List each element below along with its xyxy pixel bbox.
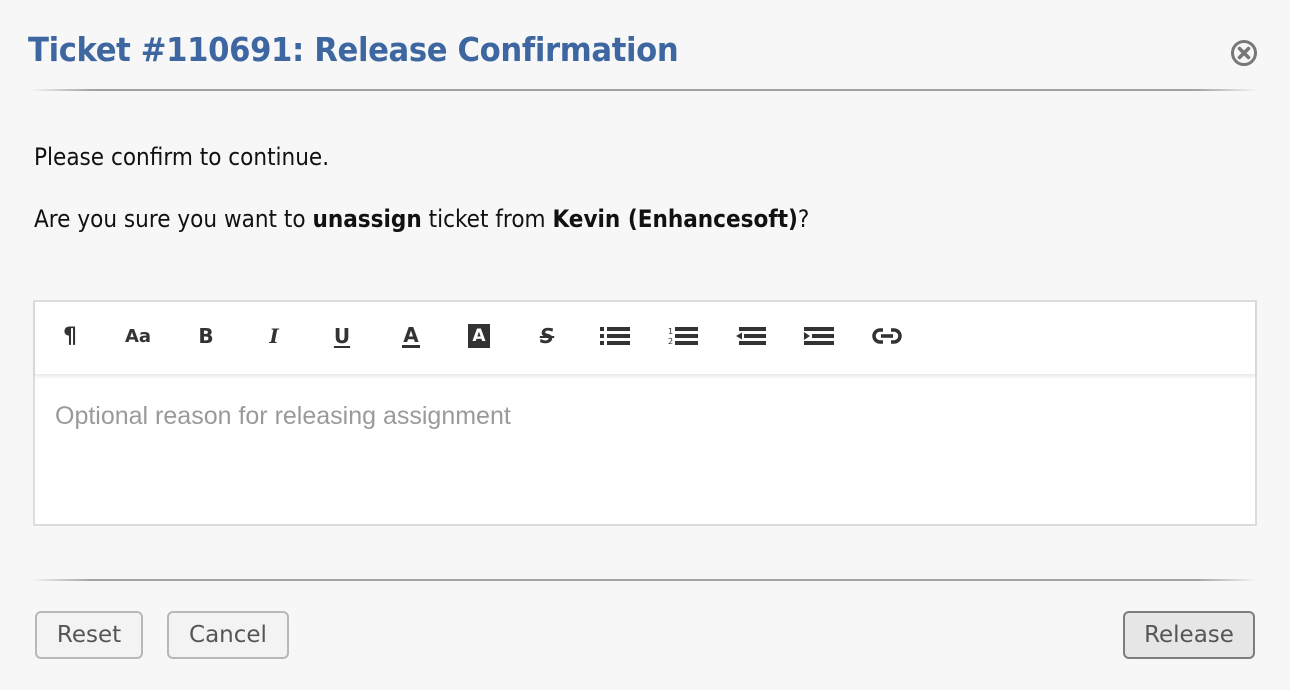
release-confirmation-dialog: Ticket #110691: Release Confirmation Ple… <box>0 0 1290 690</box>
font-color-icon: A <box>402 322 420 348</box>
unassign-question: Are you sure you want to unassign ticket… <box>34 205 809 233</box>
close-button[interactable] <box>1230 39 1258 67</box>
question-middle: ticket from <box>421 205 553 233</box>
indent-icon <box>804 327 834 345</box>
paragraph-format-button[interactable]: ¶ <box>52 320 88 352</box>
header-divider <box>30 89 1258 91</box>
numbered-list-icon: 1 2 <box>668 327 698 346</box>
svg-text:1: 1 <box>668 327 673 336</box>
question-assignee: Kevin (Enhancesoft) <box>552 205 798 233</box>
question-action: unassign <box>312 205 422 233</box>
underline-icon: U <box>333 324 351 348</box>
underline-button[interactable]: U <box>324 320 360 352</box>
confirm-prompt: Please confirm to continue. <box>34 143 330 171</box>
close-circle-icon <box>1231 40 1257 66</box>
highlight-color-icon: A <box>468 324 490 348</box>
reason-input[interactable]: Optional reason for releasing assignment <box>55 402 511 431</box>
question-prefix: Are you sure you want to <box>34 205 313 233</box>
font-color-button[interactable]: A <box>393 320 429 352</box>
bold-icon: B <box>198 324 214 348</box>
cancel-button[interactable]: Cancel <box>167 611 289 659</box>
editor-toolbar: ¶ Aa B I U A A S 1 2 <box>35 302 1255 375</box>
link-icon <box>872 328 902 344</box>
strikethrough-icon: S <box>539 324 555 348</box>
footer-divider <box>30 579 1258 581</box>
italic-icon: I <box>269 324 279 348</box>
ordered-list-button[interactable]: 1 2 <box>665 320 701 352</box>
bullet-list-icon <box>600 327 630 345</box>
pilcrow-icon: ¶ <box>63 323 77 349</box>
unordered-list-button[interactable] <box>597 320 633 352</box>
outdent-button[interactable] <box>733 320 769 352</box>
release-button[interactable]: Release <box>1123 611 1255 659</box>
reset-button[interactable]: Reset <box>35 611 143 659</box>
bold-button[interactable]: B <box>188 320 224 352</box>
strikethrough-button[interactable]: S <box>529 320 565 352</box>
dialog-title: Ticket #110691: Release Confirmation <box>28 30 679 69</box>
question-suffix: ? <box>797 205 810 233</box>
font-size-button[interactable]: Aa <box>120 320 156 352</box>
font-size-icon: Aa <box>124 325 152 347</box>
insert-link-button[interactable] <box>869 320 905 352</box>
outdent-icon <box>736 327 766 345</box>
background-color-button[interactable]: A <box>461 320 497 352</box>
italic-button[interactable]: I <box>256 320 292 352</box>
svg-text:2: 2 <box>668 337 673 346</box>
indent-button[interactable] <box>801 320 837 352</box>
rich-text-editor: ¶ Aa B I U A A S 1 2 Optional reason for… <box>33 300 1257 526</box>
